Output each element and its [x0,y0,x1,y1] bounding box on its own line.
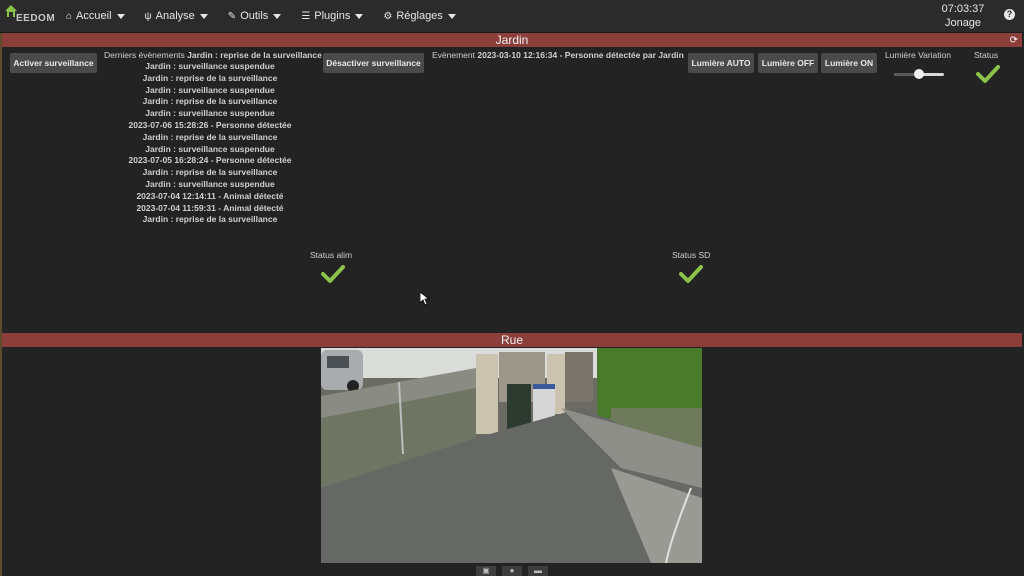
list-item: Jardin : surveillance suspendue [145,178,275,189]
main-menu: ⌂ Accueil ψ Analyse ✎ Outils ☰ Plugins ⚙… [66,0,476,32]
stethoscope-icon: ψ [144,10,152,22]
top-navbar: EEDOM ⌂ Accueil ψ Analyse ✎ Outils ☰ Plu… [0,0,1024,33]
logo-text: EEDOM [16,13,56,24]
snapshot-icon[interactable]: ▣ [476,566,496,576]
record-icon[interactable]: ● [502,566,522,576]
mouse-cursor-icon [420,292,430,306]
camera-feed-rue[interactable] [321,348,702,563]
events-list: Jardin : surveillance suspendue Jardin :… [100,61,320,226]
menu-reglages[interactable]: ⚙ Réglages [383,0,456,32]
list-item: Jardin : surveillance suspendue [145,108,275,119]
event-label: Evènement [432,50,475,60]
list-item: Jardin : reprise de la surveillance [142,131,278,142]
help-icon[interactable]: ? [1004,9,1015,20]
chevron-down-icon [447,13,456,19]
camera-image [321,348,702,563]
status-check-icon [976,65,1000,83]
status-alim-check-icon [321,265,345,283]
list-item: Jardin : surveillance suspendue [145,84,275,95]
events-label: Derniers évènements [104,50,185,60]
menu-plugins[interactable]: ☰ Plugins [301,0,364,32]
home-icon: ⌂ [66,10,73,22]
list-item: Jardin : reprise de la surveillance [142,214,278,225]
folder-icon[interactable]: ▬ [528,566,548,576]
list-item: Jardin : reprise de la surveillance [142,96,278,107]
list-item: Jardin : surveillance suspendue [145,61,275,71]
menu-outils-label: Outils [240,10,269,22]
chevron-down-icon [116,13,125,19]
activate-surveillance-button[interactable]: Activer surveillance [10,53,97,73]
light-off-button[interactable]: Lumière OFF [758,53,818,73]
panel-title-rue: Rue [500,333,523,347]
panel-header-rue: Rue [2,333,1022,347]
clock: 07:03:37 Jonage [936,2,990,30]
gear-icon: ⚙ [383,10,393,22]
camera-controls: ▣ ● ▬ [476,566,554,576]
list-item: Jardin : reprise de la surveillance [142,167,278,178]
chevron-down-icon [355,13,364,19]
list-item: 2023-07-05 16:28:24 - Personne détectée [128,155,292,166]
events-header: Derniers évènements Jardin : reprise de … [104,50,322,60]
clock-time: 07:03:37 [941,3,985,15]
menu-accueil[interactable]: ⌂ Accueil [66,0,125,32]
menu-accueil-label: Accueil [76,10,112,22]
status-alim-label: Status alim [310,250,353,260]
menu-plugins-label: Plugins [314,10,351,22]
jeedom-logo[interactable]: EEDOM [2,2,56,30]
chevron-down-icon [199,13,208,19]
list-item: Jardin : surveillance suspendue [145,143,275,154]
light-variation-slider[interactable] [894,69,944,79]
wrench-icon: ✎ [227,10,237,22]
light-variation-label: Lumière Variation [885,50,951,60]
chevron-down-icon [273,13,282,19]
events-first: Jardin : reprise de la surveillance [187,50,322,60]
slider-handle[interactable] [914,69,924,79]
deactivate-surveillance-button[interactable]: Désactiver surveillance [323,53,424,73]
menu-analyse-label: Analyse [155,10,195,22]
list-item: 2023-07-04 12:14:11 - Animal détecté [136,190,284,201]
menu-outils[interactable]: ✎ Outils [228,0,282,32]
list-icon: ☰ [301,10,311,22]
status-sd-check-icon [679,265,703,283]
panel-header-jardin: Jardin ⟳ [2,33,1022,47]
event-value: 2023-03-10 12:16:34 - Personne détectée … [477,50,684,60]
list-item: 2023-07-04 11:59:31 - Animal détecté [136,202,284,213]
list-item: Jardin : reprise de la surveillance [142,72,278,83]
panel-title-jardin: Jardin [495,33,529,47]
list-item: 2023-07-06 15:28:26 - Personne détectée [128,119,292,130]
user-name[interactable]: Jonage [936,16,990,30]
refresh-icon[interactable]: ⟳ [1010,34,1018,48]
menu-analyse[interactable]: ψ Analyse [145,0,208,32]
window-edge [0,32,2,576]
menu-reglages-label: Réglages [396,10,443,22]
light-on-button[interactable]: Lumière ON [821,53,877,73]
last-event: Evènement 2023-03-10 12:16:34 - Personne… [432,50,684,60]
light-auto-button[interactable]: Lumière AUTO [688,53,754,73]
status-sd-label: Status SD [672,250,711,260]
status-label: Status [974,50,999,60]
